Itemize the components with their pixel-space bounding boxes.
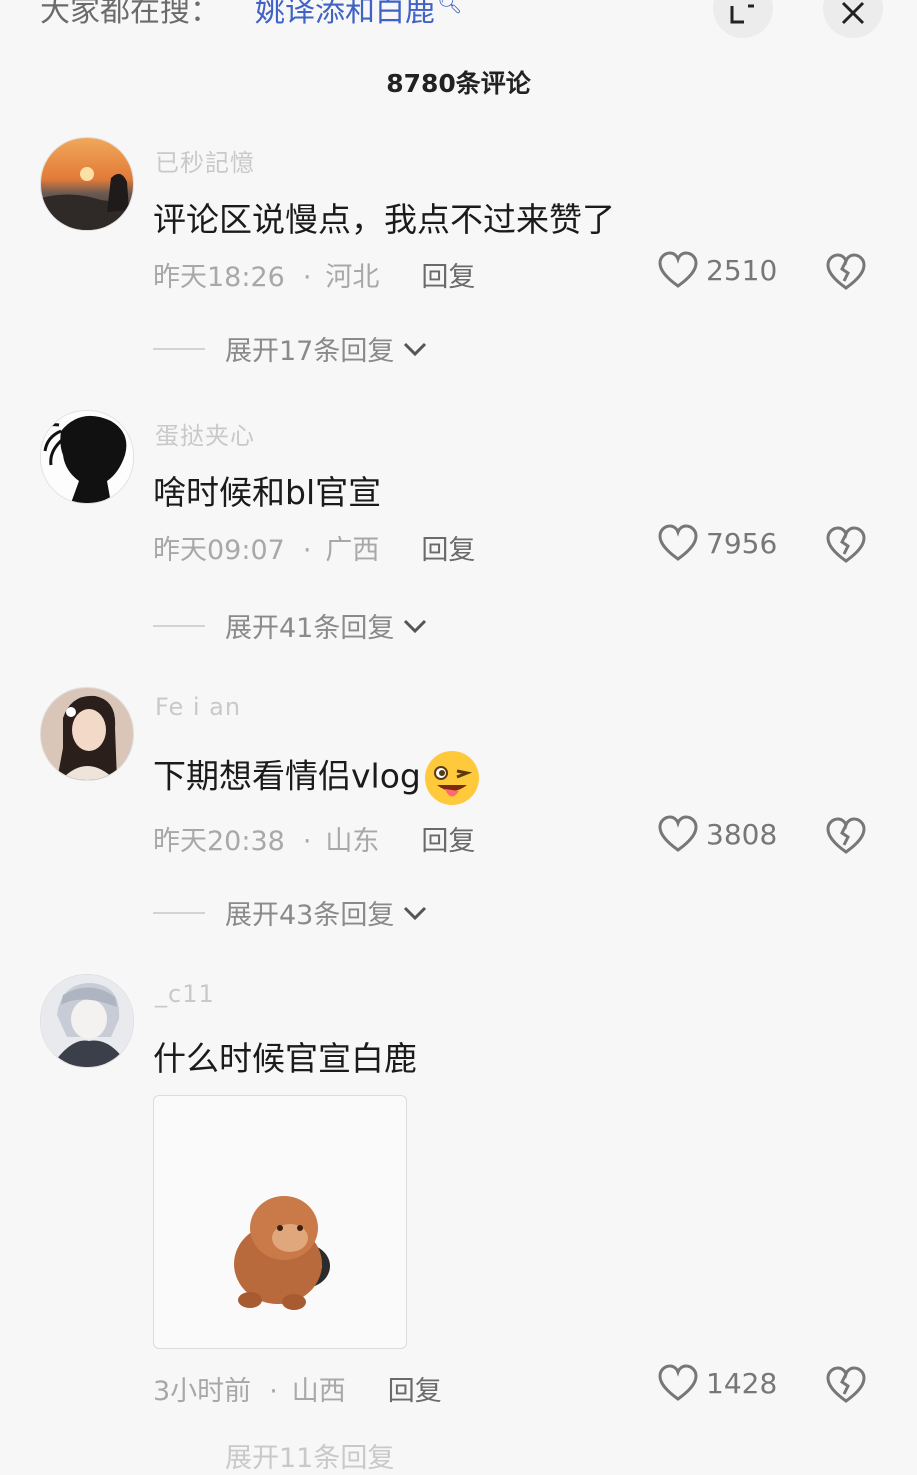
comment-text: 评论区说慢点，我点不过来赞了 (153, 200, 615, 239)
comment-location: 广西 (325, 535, 380, 566)
expand-replies-button[interactable]: 展开17条回复 (153, 329, 428, 368)
like-count: 7956 (706, 526, 778, 560)
username[interactable]: _c11 (155, 980, 215, 1008)
search-prefix: 大家都在搜： (40, 0, 220, 29)
broken-heart-icon (826, 526, 866, 563)
comment-location: 山东 (325, 826, 380, 857)
like-button[interactable]: 1428 (658, 1364, 777, 1402)
expand-replies-label: 展开41条回复 (225, 613, 395, 644)
comment-text: 啥时候和bl官宣 (153, 473, 382, 512)
username[interactable]: 已秒記憶 (155, 143, 255, 178)
search-icon: 🔍︎ (437, 0, 463, 15)
dislike-button[interactable] (826, 1366, 866, 1408)
monkey-sticker-image (234, 1196, 330, 1310)
avatar[interactable] (40, 687, 134, 781)
shrink-button[interactable] (713, 0, 773, 38)
dislike-button[interactable] (826, 526, 866, 568)
close-icon (841, 1, 865, 25)
heart-outline-icon (658, 524, 698, 561)
divider-line (153, 911, 205, 914)
expand-replies-button[interactable]: 展开41条回复 (153, 606, 428, 645)
expand-replies-label: 展开43条回复 (225, 900, 395, 931)
comment-text: 下期想看情侣vlog (153, 749, 481, 807)
broken-heart-icon (826, 817, 866, 854)
comment-text-content: 下期想看情侣vlog (153, 756, 421, 796)
comment-location: 山西 (291, 1376, 346, 1407)
wink-tongue-emoji-icon (424, 751, 479, 805)
comment-text: 什么时候官宣白鹿 (153, 1039, 417, 1078)
username[interactable]: Fe i an (155, 693, 241, 721)
chevron-down-icon (404, 342, 427, 356)
search-term-text: 姚译添和白鹿 (255, 0, 435, 29)
comment-time: 昨天09:07 (153, 535, 285, 566)
chevron-down-icon (404, 619, 427, 633)
dislike-button[interactable] (826, 817, 866, 859)
comment-time: 昨天18:26 (153, 262, 285, 293)
comment-meta: 昨天09:07 · 广西 回复 (153, 535, 476, 566)
reply-button[interactable]: 回复 (421, 262, 475, 293)
top-search-bar: 大家都在搜： 姚译添和白鹿 🔍︎ (0, 0, 917, 40)
username[interactable]: 蛋挞夹心 (155, 416, 255, 451)
avatar[interactable] (40, 137, 134, 231)
comment-meta: 昨天20:38 · 山东 回复 (153, 826, 476, 857)
expand-replies-button[interactable]: 展开11条回复 (225, 1436, 394, 1475)
reply-button[interactable]: 回复 (421, 535, 475, 566)
like-button[interactable]: 3808 (658, 815, 777, 853)
comment-time: 昨天20:38 (153, 826, 285, 857)
expand-replies-label: 展开17条回复 (225, 336, 395, 367)
like-count: 2510 (706, 253, 778, 287)
chevron-down-icon (404, 906, 427, 920)
expand-replies-button[interactable]: 展开43条回复 (153, 893, 428, 932)
comment-meta: 昨天18:26 · 河北 回复 (153, 262, 476, 293)
like-count: 1428 (706, 1366, 778, 1400)
divider-line (153, 347, 205, 350)
reply-button[interactable]: 回复 (421, 826, 475, 857)
heart-outline-icon (658, 1364, 698, 1401)
divider-line (153, 624, 205, 627)
reply-button[interactable]: 回复 (388, 1376, 442, 1407)
avatar[interactable] (40, 974, 134, 1068)
comment-meta: 3小时前 · 山西 回复 (153, 1376, 442, 1407)
close-button[interactable] (823, 0, 883, 38)
like-button[interactable]: 7956 (658, 524, 777, 562)
comment-image[interactable] (153, 1095, 407, 1349)
avatar[interactable] (40, 410, 134, 504)
heart-outline-icon (658, 815, 698, 852)
comment-count-title: 8780条评论 (386, 69, 531, 98)
shrink-icon (730, 4, 754, 24)
like-count: 3808 (706, 817, 778, 851)
dislike-button[interactable] (826, 253, 866, 295)
comment-time: 3小时前 (153, 1376, 252, 1407)
comment-location: 河北 (325, 262, 380, 293)
broken-heart-icon (826, 253, 866, 290)
search-suggestion-link[interactable]: 姚译添和白鹿 🔍︎ (255, 0, 462, 30)
like-button[interactable]: 2510 (658, 251, 777, 289)
heart-outline-icon (658, 251, 698, 288)
broken-heart-icon (826, 1366, 866, 1403)
